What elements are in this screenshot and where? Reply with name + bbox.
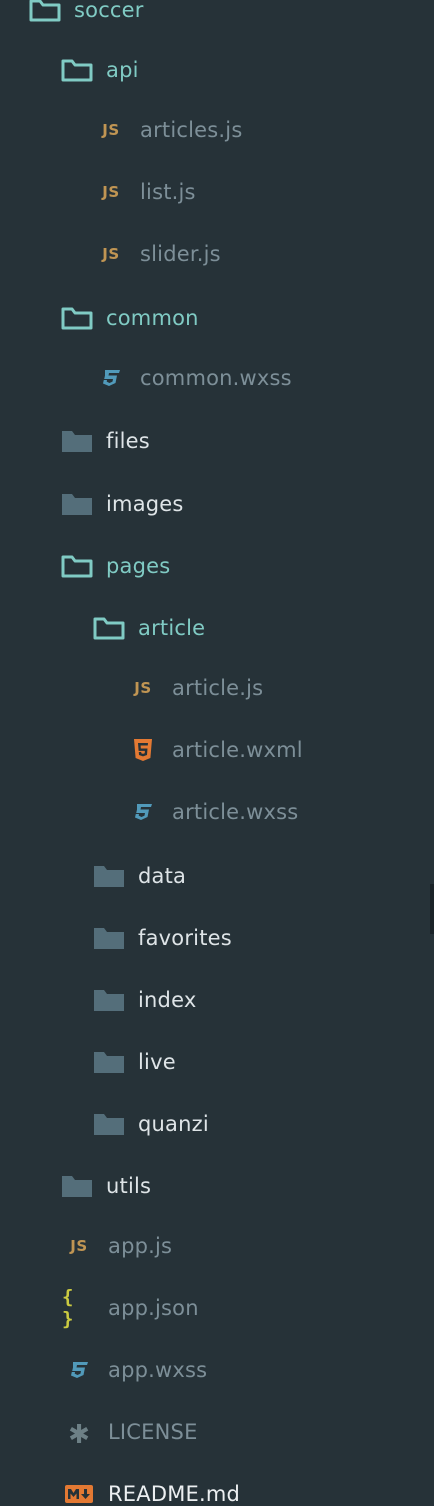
tree-item-app-wxss[interactable]: app.wxss xyxy=(0,1350,434,1390)
tree-item-article-wxss[interactable]: article.wxss xyxy=(0,792,434,832)
tree-item-data-folder[interactable]: data xyxy=(0,856,434,896)
tree-item-label: article.js xyxy=(172,675,264,700)
scrollbar-thumb[interactable] xyxy=(430,884,434,934)
folder-open-icon xyxy=(60,305,94,331)
folder-open-icon xyxy=(60,57,94,83)
tree-item-article-wxml[interactable]: article.wxml xyxy=(0,730,434,770)
css-file-icon xyxy=(126,799,160,825)
folder-closed-icon xyxy=(92,1049,126,1075)
js-file-icon: JS xyxy=(102,245,120,263)
json-file-icon: { } xyxy=(62,1286,75,1330)
html5-file-icon xyxy=(126,737,160,763)
folder-closed-icon xyxy=(92,925,126,951)
tree-item-label: app.wxss xyxy=(108,1357,208,1382)
folder-closed-icon xyxy=(60,1173,94,1199)
folder-closed-icon xyxy=(60,428,94,454)
tree-item-images-folder[interactable]: images xyxy=(0,484,434,524)
folder-open-icon xyxy=(28,0,62,23)
tree-item-label: common.wxss xyxy=(140,365,292,390)
tree-item-label: data xyxy=(138,863,187,888)
folder-open-icon xyxy=(60,553,94,579)
tree-item-utils-folder[interactable]: utils xyxy=(0,1166,434,1206)
tree-item-label: index xyxy=(138,987,197,1012)
tree-item-app-json[interactable]: { } app.json xyxy=(0,1286,434,1330)
tree-item-label: articles.js xyxy=(140,117,243,142)
tree-item-files-folder[interactable]: files xyxy=(0,421,434,461)
css-file-icon xyxy=(62,1357,96,1383)
markdown-file-icon xyxy=(62,1481,96,1506)
tree-item-label: favorites xyxy=(138,925,232,950)
tree-item-label: LICENSE xyxy=(108,1419,198,1444)
tree-item-favorites-folder[interactable]: favorites xyxy=(0,918,434,958)
tree-item-index-folder[interactable]: index xyxy=(0,980,434,1020)
tree-item-label: article.wxml xyxy=(172,737,303,762)
tree-item-label: slider.js xyxy=(140,241,221,266)
tree-item-quanzi-folder[interactable]: quanzi xyxy=(0,1104,434,1144)
js-file-icon: JS xyxy=(70,1237,88,1255)
tree-item-common-wxss[interactable]: common.wxss xyxy=(0,358,434,398)
tree-item-label: images xyxy=(106,491,184,516)
tree-item-live-folder[interactable]: live xyxy=(0,1042,434,1082)
tree-item-article-folder[interactable]: article xyxy=(0,608,434,648)
folder-closed-icon xyxy=(92,1111,126,1137)
folder-open-icon xyxy=(92,615,126,641)
asterisk-file-icon: ✱ xyxy=(68,1420,90,1450)
tree-item-list-js[interactable]: JS list.js xyxy=(0,172,434,212)
tree-item-label: api xyxy=(106,57,139,82)
tree-item-pages-folder[interactable]: pages xyxy=(0,546,434,586)
css-file-icon xyxy=(94,365,128,391)
tree-item-label: utils xyxy=(106,1173,152,1198)
tree-item-article-js[interactable]: JS article.js xyxy=(0,668,434,708)
js-file-icon: JS xyxy=(102,121,120,139)
tree-item-api-folder[interactable]: api xyxy=(0,50,434,90)
tree-item-label: pages xyxy=(106,553,171,578)
tree-item-label: app.js xyxy=(108,1233,173,1258)
tree-item-label: app.json xyxy=(108,1295,199,1320)
tree-item-label: files xyxy=(106,428,150,453)
tree-item-license[interactable]: ✱ LICENSE xyxy=(0,1412,434,1452)
js-file-icon: JS xyxy=(134,679,152,697)
js-file-icon: JS xyxy=(102,183,120,201)
tree-item-label: article.wxss xyxy=(172,799,299,824)
tree-item-common-folder[interactable]: common xyxy=(0,298,434,338)
tree-item-articles-js[interactable]: JS articles.js xyxy=(0,110,434,150)
tree-item-soccer-folder[interactable]: soccer xyxy=(0,0,434,30)
tree-item-label: live xyxy=(138,1049,176,1074)
folder-closed-icon xyxy=(60,491,94,517)
tree-item-app-js[interactable]: JS app.js xyxy=(0,1226,434,1266)
tree-item-label: list.js xyxy=(140,179,196,204)
tree-item-slider-js[interactable]: JS slider.js xyxy=(0,234,434,274)
tree-item-label: common xyxy=(106,305,199,330)
folder-closed-icon xyxy=(92,863,126,889)
tree-item-label: quanzi xyxy=(138,1111,209,1136)
file-explorer-tree: soccer api JS articles.js JS list.js JS … xyxy=(0,0,434,1506)
tree-item-label: soccer xyxy=(74,0,144,22)
tree-item-label: README.md xyxy=(108,1481,241,1506)
tree-item-readme-md[interactable]: README.md xyxy=(0,1474,434,1506)
folder-closed-icon xyxy=(92,987,126,1013)
tree-item-label: article xyxy=(138,615,206,640)
